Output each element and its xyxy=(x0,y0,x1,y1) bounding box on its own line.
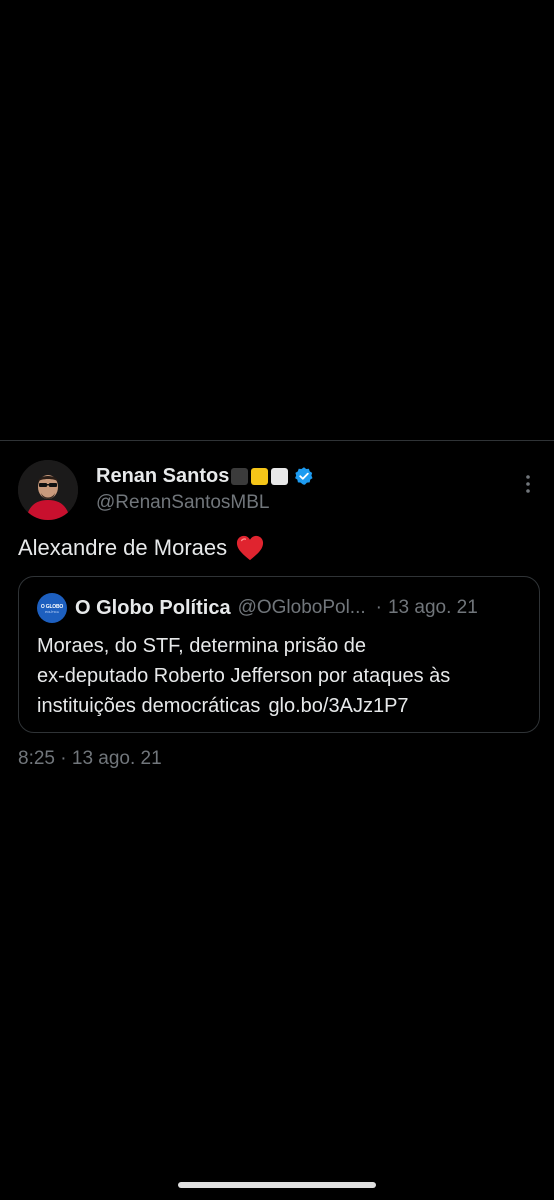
quoted-author-name[interactable]: O Globo Política xyxy=(75,597,231,620)
tweet-date: 13 ago. 21 xyxy=(71,748,162,769)
tweet-time: 8:25 xyxy=(18,748,55,769)
black-square-emoji-icon xyxy=(231,467,249,485)
yellow-square-emoji-icon xyxy=(251,467,269,485)
author-name[interactable]: Renan Santos xyxy=(96,465,229,488)
quoted-tweet-header: O GLOBO POLÍTICA O Globo Política @OGlob… xyxy=(37,593,478,623)
divider-line xyxy=(0,440,554,441)
dot-separator: · xyxy=(375,597,382,618)
quoted-tweet-body: Moraes, do STF, determina prisão de ex-d… xyxy=(37,631,533,721)
quoted-tweet-card[interactable]: O GLOBO POLÍTICA O Globo Política @OGlob… xyxy=(18,576,540,733)
quoted-author-handle[interactable]: @OGloboPol... xyxy=(238,597,366,619)
verified-badge-icon[interactable] xyxy=(294,466,314,486)
quoted-line-3: instituições democráticas glo.bo/3AJz1P7 xyxy=(37,691,533,721)
quoted-line-2: ex-deputado Roberto Jefferson por ataque… xyxy=(37,665,451,687)
dot-separator: · xyxy=(60,748,67,769)
quoted-line-3-text: instituições democráticas xyxy=(37,695,261,717)
red-heart-icon xyxy=(237,535,264,561)
author-row[interactable]: Renan Santos xyxy=(96,462,314,490)
author-handle[interactable]: @RenanSantosMBL xyxy=(96,492,270,514)
tweet-timestamp[interactable]: 8:25 · 13 ago. 21 xyxy=(18,748,162,770)
home-indicator-bar[interactable] xyxy=(178,1182,376,1188)
logo-subtext: POLÍTICA xyxy=(45,610,59,614)
avatar-image xyxy=(18,460,78,520)
o-globo-logo-icon[interactable]: O GLOBO POLÍTICA xyxy=(37,593,67,623)
quoted-link[interactable]: glo.bo/3AJz1P7 xyxy=(268,695,408,717)
quoted-tweet-date[interactable]: 13 ago. 21 xyxy=(388,597,478,619)
tweet-text: Alexandre de Moraes xyxy=(18,534,265,562)
more-options-icon[interactable] xyxy=(520,470,536,498)
author-avatar[interactable] xyxy=(18,460,78,520)
quoted-line-1: Moraes, do STF, determina prisão de xyxy=(37,635,367,657)
white-square-emoji-icon xyxy=(271,467,289,485)
tweet-text-content: Alexandre de Moraes xyxy=(18,535,228,560)
